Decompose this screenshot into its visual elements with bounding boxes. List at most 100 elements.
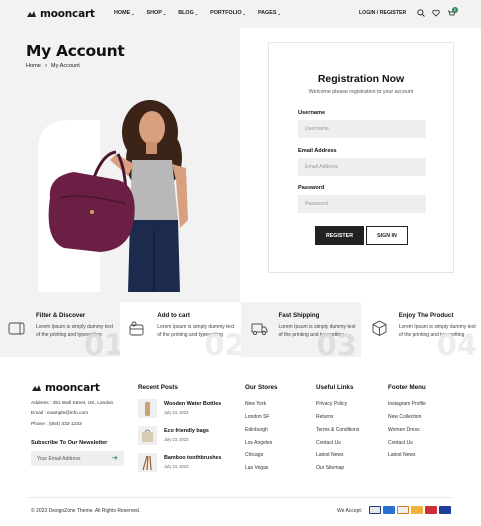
- footer-phone: Phone : (064) 332-1233: [31, 422, 82, 427]
- store-link[interactable]: Los Angeles: [245, 440, 272, 446]
- store-link[interactable]: Las Vegas: [245, 465, 268, 471]
- nav-label: HOME: [114, 10, 131, 16]
- footer-menu-link[interactable]: New Collection: [388, 414, 421, 420]
- post-date: July 23, 2023: [164, 437, 189, 442]
- visa-blue-icon: [439, 506, 451, 514]
- feature-item: Enjoy The Product Lorem Ipsum is simply …: [360, 302, 481, 357]
- password-label: Password: [298, 185, 325, 191]
- feature-number: 02: [204, 328, 241, 357]
- discover-icon: [397, 506, 409, 514]
- useful-link[interactable]: Terms & Conditions: [316, 427, 359, 433]
- post-thumbnail[interactable]: [138, 453, 157, 472]
- moon-logo-icon: [32, 384, 41, 391]
- breadcrumb-home[interactable]: Home: [26, 63, 41, 69]
- footer-menu-link[interactable]: Latest News: [388, 452, 416, 458]
- nav-label: BLOG: [178, 10, 194, 16]
- nav-shop[interactable]: SHOP ⌄: [147, 10, 167, 16]
- post-date: July 23, 2023: [164, 464, 189, 469]
- box-icon: [372, 320, 387, 337]
- sign-in-button[interactable]: SIGN IN: [366, 226, 408, 245]
- footer-menu-link[interactable]: Contact Us: [388, 440, 413, 446]
- feature-number: 04: [436, 328, 478, 357]
- newsletter-title: Subscribe To Our Newsletter: [31, 440, 108, 446]
- bottle-icon: [145, 402, 150, 416]
- we-accept-label: We Accept:: [337, 508, 363, 514]
- footer-menu-link[interactable]: Women Dress: [388, 427, 420, 433]
- amex-icon: [383, 506, 395, 514]
- footer-email: Email : example@info.com: [31, 411, 89, 416]
- recent-posts-title: Recent Posts: [138, 384, 178, 391]
- logo-text: mooncart: [45, 382, 100, 394]
- breadcrumb: Home › My Account: [26, 63, 80, 69]
- nav-label: PORTFOLIO: [210, 10, 242, 16]
- footer-address: Address : 451 Wall Street, UK, London: [31, 401, 114, 406]
- feature-item: Filter & Discover Lorem Ipsum is simply …: [0, 302, 121, 357]
- email-field[interactable]: Email Address: [298, 158, 426, 176]
- arrow-right-icon[interactable]: ➔: [112, 454, 118, 462]
- breadcrumb-current: My Account: [50, 63, 80, 69]
- visa-icon: [369, 506, 381, 514]
- post-title[interactable]: Eco friendly bags: [164, 428, 209, 434]
- registration-subtitle: Welcome please registration to your acco…: [308, 89, 414, 95]
- newsletter-email-input[interactable]: Your Email Address: [31, 451, 124, 466]
- feature-number: 03: [316, 328, 357, 357]
- bag-icon: [142, 429, 153, 442]
- nav-portfolio[interactable]: PORTFOLIO ⌄: [210, 10, 246, 16]
- useful-link[interactable]: Privacy Policy: [316, 401, 347, 407]
- logo-text: mooncart: [40, 8, 95, 20]
- stores-title: Our Stores: [245, 384, 278, 391]
- post-title[interactable]: Bamboo toothbrushes: [164, 455, 222, 461]
- footer-logo[interactable]: mooncart: [31, 382, 100, 394]
- useful-link[interactable]: Contact Us: [316, 440, 341, 446]
- useful-link[interactable]: Latest News: [316, 452, 344, 458]
- footer-menu-title: Footer Menu: [388, 384, 426, 391]
- useful-link[interactable]: Returns: [316, 414, 334, 420]
- chevron-right-icon: ›: [44, 63, 47, 69]
- basket-icon: [129, 321, 144, 336]
- feature-title: Filter & Discover: [36, 312, 86, 319]
- feature-title: Fast Shipping: [278, 312, 320, 319]
- username-field[interactable]: Username: [298, 120, 426, 138]
- post-thumbnail[interactable]: [138, 426, 157, 445]
- store-link[interactable]: New York: [245, 401, 266, 407]
- register-button[interactable]: REGISTER: [315, 226, 364, 245]
- feature-title: Enjoy The Product: [398, 312, 454, 319]
- paypal-icon: [425, 506, 437, 514]
- chevron-down-icon: ⌄: [242, 10, 246, 16]
- store-link[interactable]: Edinburgh: [245, 427, 268, 433]
- post-thumbnail[interactable]: [138, 399, 157, 418]
- footer-menu-link[interactable]: Instagram Profile: [388, 401, 426, 407]
- mastercard-icon: [411, 506, 423, 514]
- page-title: My Account: [26, 42, 125, 60]
- useful-link[interactable]: Our Sitemap: [316, 465, 344, 471]
- nav-home[interactable]: HOME ⌄: [114, 10, 135, 16]
- post-date: July 23, 2023: [164, 410, 189, 415]
- post-title[interactable]: Wooden Water Bottles: [164, 401, 221, 407]
- feature-title: Add to cart: [157, 312, 190, 319]
- cart-count-badge: 0: [452, 7, 458, 13]
- footer-divider: [26, 497, 454, 498]
- heart-icon[interactable]: [432, 9, 440, 17]
- store-link[interactable]: London SF: [245, 414, 269, 420]
- chevron-down-icon: ⌄: [277, 10, 281, 16]
- nav-pages[interactable]: PAGES ⌄: [258, 10, 281, 16]
- chevron-down-icon: ⌄: [131, 10, 135, 16]
- site-logo[interactable]: mooncart: [26, 8, 95, 20]
- copyright-text: © 2023 DexignZone Theme. All Rights Rese…: [31, 508, 141, 514]
- store-link[interactable]: Chicago: [245, 452, 263, 458]
- chevron-down-icon: ⌄: [194, 10, 199, 16]
- card-icon: [8, 322, 25, 335]
- email-label: Email Address: [298, 148, 337, 154]
- main-nav: HOME ⌄ SHOP ⌄ BLOG ⌄ PORTFOLIO ⌄ PAGES ⌄: [114, 10, 293, 16]
- password-field[interactable]: Password: [298, 195, 426, 213]
- nav-label: PAGES: [257, 10, 277, 16]
- login-register-link[interactable]: LOGIN / REGISTER: [359, 10, 406, 16]
- nav-blog[interactable]: BLOG ⌄: [178, 10, 198, 16]
- nav-label: SHOP: [146, 10, 162, 16]
- search-icon[interactable]: [417, 9, 425, 17]
- truck-icon: [251, 323, 267, 335]
- registration-card: Registration Now Welcome please registra…: [268, 42, 454, 273]
- feature-strip: Filter & Discover Lorem Ipsum is simply …: [0, 302, 481, 357]
- username-label: Username: [298, 110, 326, 116]
- feature-item: Fast Shipping Lorem Ipsum is simply dumm…: [240, 302, 361, 357]
